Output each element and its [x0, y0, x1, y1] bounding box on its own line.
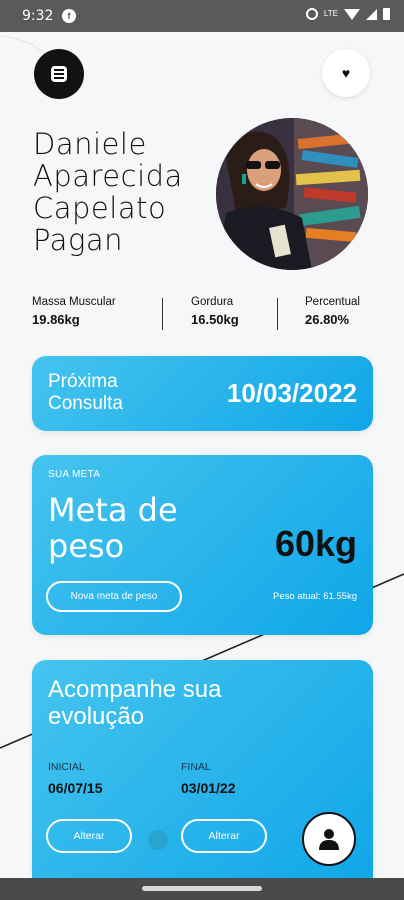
alarm-icon: [305, 8, 318, 20]
next-appointment-label: Próxima Consulta: [48, 371, 123, 414]
stat-label: Percentual: [305, 296, 360, 308]
evolution-title: Acompanhe sua evolução: [48, 676, 222, 730]
next-appointment-date: 10/03/2022: [226, 378, 357, 408]
stat-value: 19.86kg: [32, 312, 80, 327]
profile-name: Daniele Aparecida Capelato Pagan: [33, 127, 183, 257]
current-weight: Peso atual: 61.55kg: [273, 591, 357, 602]
facebook-icon: f: [62, 9, 76, 23]
lte-icon: LTE: [323, 9, 338, 18]
user-icon: [319, 829, 339, 850]
stat-divider: [277, 298, 278, 330]
stat-massa-muscular: Massa Muscular 19.86kg: [32, 296, 116, 327]
battery-icon: [383, 8, 390, 20]
initial-label: INICIAL: [48, 761, 85, 773]
next-appointment-card[interactable]: Próxima Consulta 10/03/2022: [32, 356, 373, 431]
stat-label: Gordura: [191, 296, 234, 308]
profile-fab-button[interactable]: [302, 812, 356, 866]
goal-value: 60kg: [274, 523, 357, 564]
stat-divider: [162, 298, 163, 330]
stat-gordura: Gordura 16.50kg: [191, 296, 239, 327]
signal-icon: [366, 8, 377, 20]
final-label: FINAL: [181, 761, 211, 773]
status-icons: LTE: [305, 8, 390, 20]
menu-icon: [51, 66, 67, 82]
favorite-button[interactable]: ♥: [322, 49, 370, 97]
stat-label: Massa Muscular: [32, 296, 116, 308]
heart-icon: ♥: [341, 65, 351, 81]
system-navigation-bar: [0, 878, 404, 900]
wifi-icon: [344, 8, 360, 20]
initial-date: 06/07/15: [48, 780, 103, 796]
status-bar: 9:32 f LTE: [0, 0, 404, 32]
goal-title: Meta de peso: [48, 491, 178, 565]
status-time: 9:32: [22, 8, 54, 24]
stat-value: 16.50kg: [191, 312, 239, 327]
home-gesture-handle[interactable]: [142, 886, 262, 891]
final-date: 03/01/22: [181, 780, 236, 796]
menu-button[interactable]: [34, 49, 84, 99]
change-final-button[interactable]: Alterar: [181, 819, 267, 853]
goal-section-label: SUA META: [48, 469, 101, 480]
stat-value: 26.80%: [305, 312, 350, 327]
weight-goal-card: SUA META Meta de peso 60kg Nova meta de …: [32, 455, 373, 635]
photo-illustration: [216, 118, 368, 270]
change-initial-button[interactable]: Alterar: [46, 819, 132, 853]
body-stats: Massa Muscular 19.86kg Gordura 16.50kg P…: [32, 296, 377, 334]
new-goal-button[interactable]: Nova meta de peso: [46, 581, 182, 612]
apple-icon: [148, 830, 168, 850]
profile-photo[interactable]: [216, 118, 368, 270]
stat-percentual: Percentual 26.80%: [305, 296, 360, 327]
